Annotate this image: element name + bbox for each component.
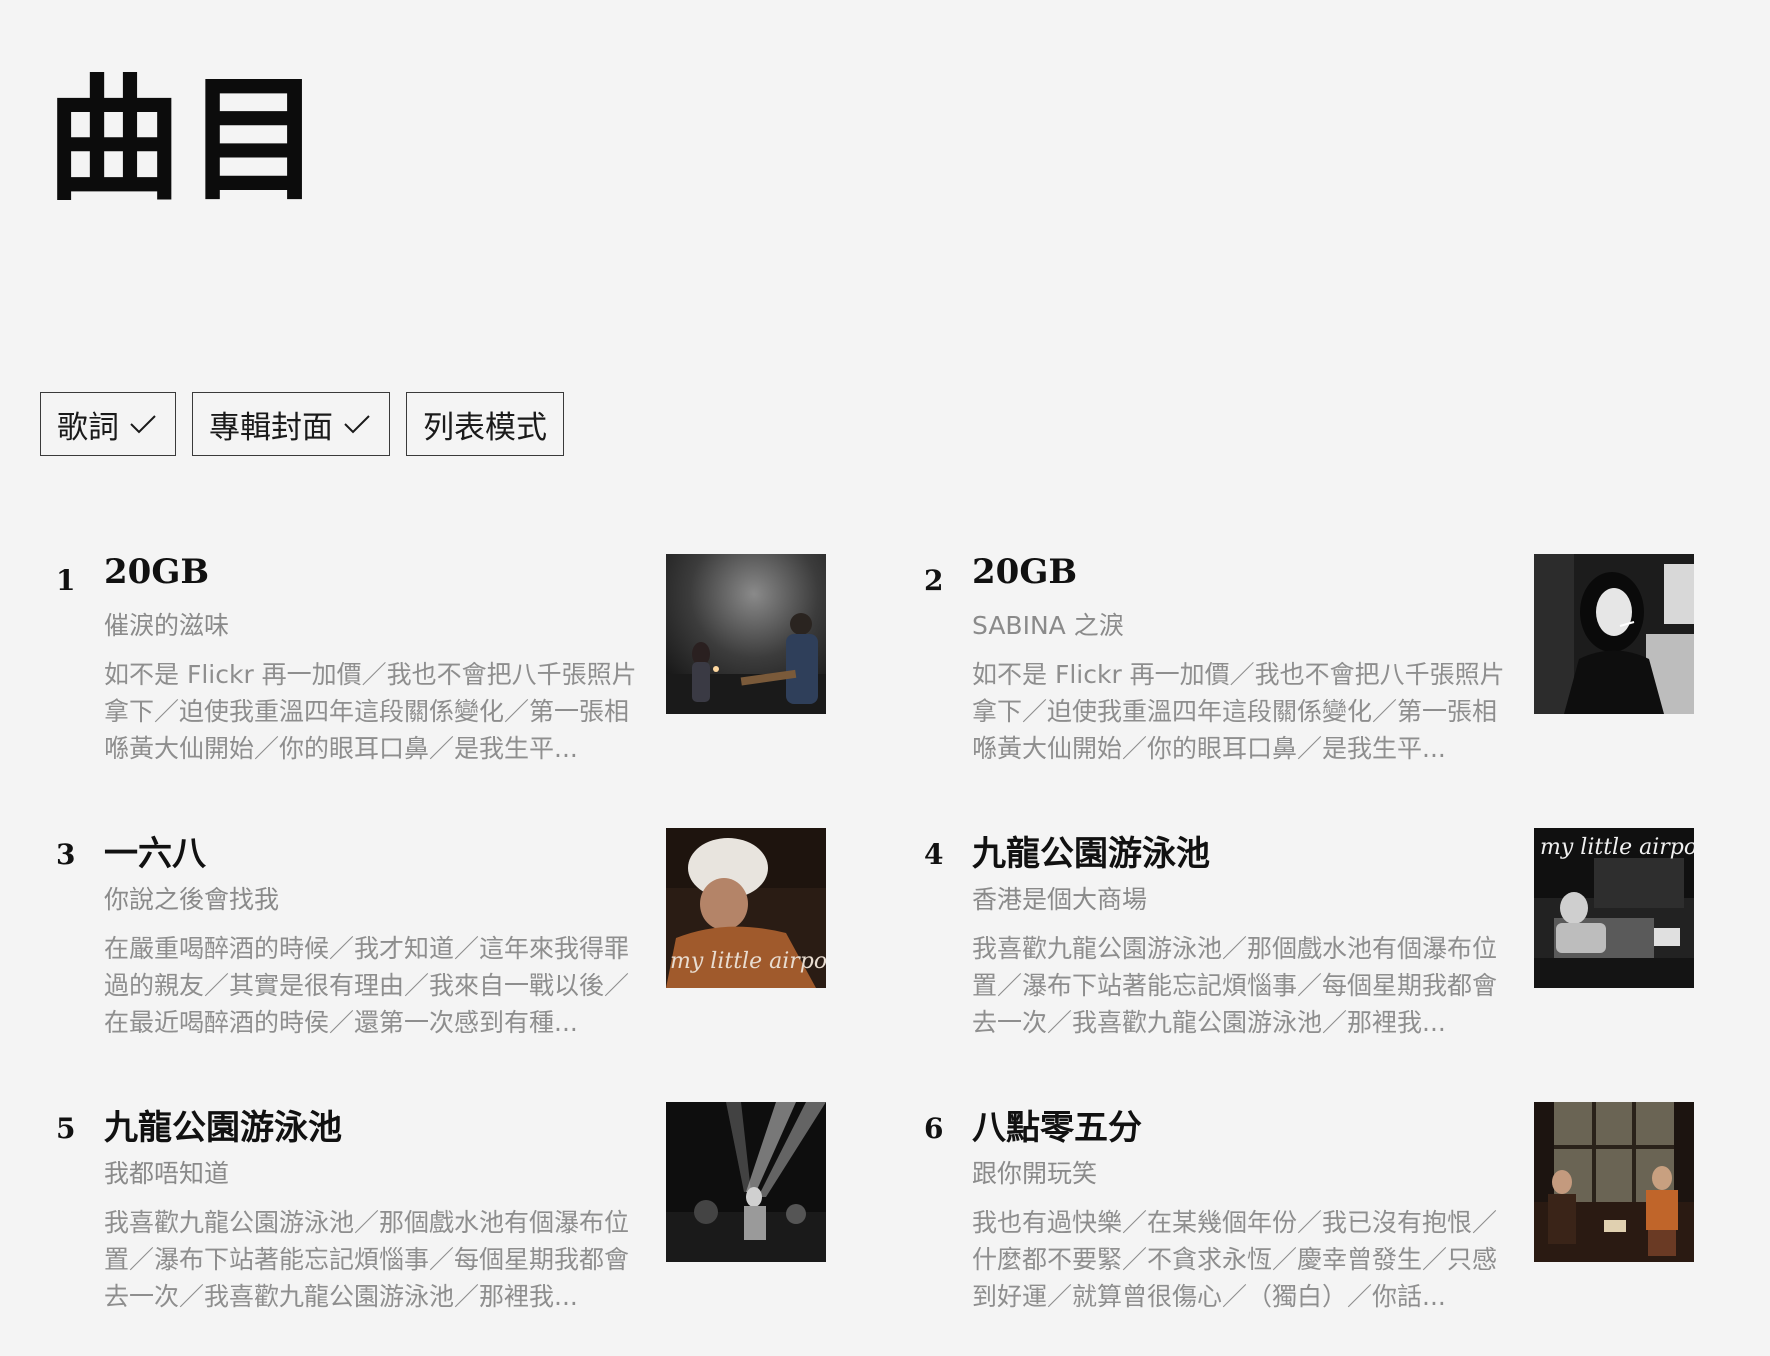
album-name: SABINA 之淚	[972, 611, 1124, 640]
song-item[interactable]: 5 九龍公園游泳池 我都唔知道 我喜歡九龍公園游泳池／那個戲水池有個瀑布位置／瀑…	[56, 1102, 836, 1322]
track-number: 4	[924, 838, 944, 871]
lyrics-excerpt: 我喜歡九龍公園游泳池／那個戲水池有個瀑布位置／瀑布下站著能忘記煩惱事／每個星期我…	[972, 934, 1498, 1037]
song-item[interactable]: 1 20GB 催淚的滋味 如不是 Flickr 再一加價／我也不會把八千張照片拿…	[56, 552, 836, 774]
album-name: 你說之後會找我	[104, 885, 280, 914]
lyrics-excerpt: 在嚴重喝醉酒的時候／我才知道／這年來我得罪過的親友／其實是很有理由／我來自一戰以…	[104, 934, 630, 1037]
song-item[interactable]: 2 20GB SABINA 之淚 如不是 Flickr 再一加價／我也不會把八千…	[924, 552, 1704, 774]
cover-smoking-woman-image	[1534, 554, 1694, 714]
cover-logo-text: my little airport	[670, 949, 826, 974]
cover-beanie-woman-image: my little airport	[666, 828, 826, 988]
song-title[interactable]: 九龍公園游泳池	[104, 1100, 342, 1149]
album-cover[interactable]	[1534, 554, 1694, 714]
track-number: 3	[56, 838, 76, 871]
track-number: 1	[56, 564, 76, 597]
album-name: 我都唔知道	[104, 1159, 230, 1188]
song-title[interactable]: 九龍公園游泳池	[972, 826, 1210, 875]
lyrics-excerpt: 我也有過快樂／在某幾個年份／我已沒有抱恨／什麼都不要緊／不貪求永恆／慶幸曾發生／…	[972, 1208, 1498, 1311]
toggle-list-mode-button[interactable]: 列表模式	[406, 392, 564, 456]
song-item[interactable]: 6 八點零五分 跟你開玩笑 我也有過快樂／在某幾個年份／我已沒有抱恨／什麼都不要…	[924, 1102, 1704, 1322]
album-cover[interactable]	[666, 1102, 826, 1262]
checkmark-icon	[344, 415, 370, 434]
lyrics-excerpt: 如不是 Flickr 再一加價／我也不會把八千張照片拿下／迫使我重溫四年這段關係…	[104, 660, 637, 763]
song-title[interactable]: 一六八	[104, 826, 206, 875]
cover-logo-text: my little airport	[1540, 835, 1694, 860]
song-item[interactable]: 3 一六八 你說之後會找我 在嚴重喝醉酒的時候／我才知道／這年來我得罪過的親友／…	[56, 828, 836, 1048]
album-cover[interactable]	[1534, 1102, 1694, 1262]
cover-concert-duo-image	[666, 554, 826, 714]
toggle-label: 專輯封面	[209, 409, 333, 446]
album-cover[interactable]	[666, 554, 826, 714]
track-number: 6	[924, 1112, 944, 1145]
toggle-label: 歌詞	[57, 409, 119, 446]
toggle-lyrics-button[interactable]: 歌詞	[40, 392, 176, 456]
album-cover[interactable]: my little airport	[1534, 828, 1694, 988]
toggle-label: 列表模式	[423, 409, 547, 446]
cover-two-women-window-image	[1534, 1102, 1694, 1262]
song-title[interactable]: 八點零五分	[972, 1100, 1142, 1149]
checkmark-icon	[130, 415, 156, 434]
album-cover[interactable]: my little airport	[666, 828, 826, 988]
lyrics-excerpt: 我喜歡九龍公園游泳池／那個戲水池有個瀑布位置／瀑布下站著能忘記煩惱事／每個星期我…	[104, 1208, 630, 1311]
album-name: 催淚的滋味	[104, 611, 230, 640]
view-toggles: 歌詞 專輯封面 列表模式	[40, 392, 564, 456]
track-number: 5	[56, 1112, 76, 1145]
album-name: 香港是個大商場	[972, 885, 1148, 914]
song-item[interactable]: 4 九龍公園游泳池 香港是個大商場 我喜歡九龍公園游泳池／那個戲水池有個瀑布位置…	[924, 828, 1704, 1048]
cover-room-window-image: my little airport	[1534, 828, 1694, 988]
song-title[interactable]: 20GB	[972, 552, 1077, 592]
song-title[interactable]: 20GB	[104, 552, 209, 592]
cover-stage-lights-image	[666, 1102, 826, 1262]
track-number: 2	[924, 564, 944, 597]
page-title: 曲目	[46, 60, 326, 220]
album-name: 跟你開玩笑	[972, 1159, 1098, 1188]
toggle-album-cover-button[interactable]: 專輯封面	[192, 392, 390, 456]
lyrics-excerpt: 如不是 Flickr 再一加價／我也不會把八千張照片拿下／迫使我重溫四年這段關係…	[972, 660, 1505, 763]
